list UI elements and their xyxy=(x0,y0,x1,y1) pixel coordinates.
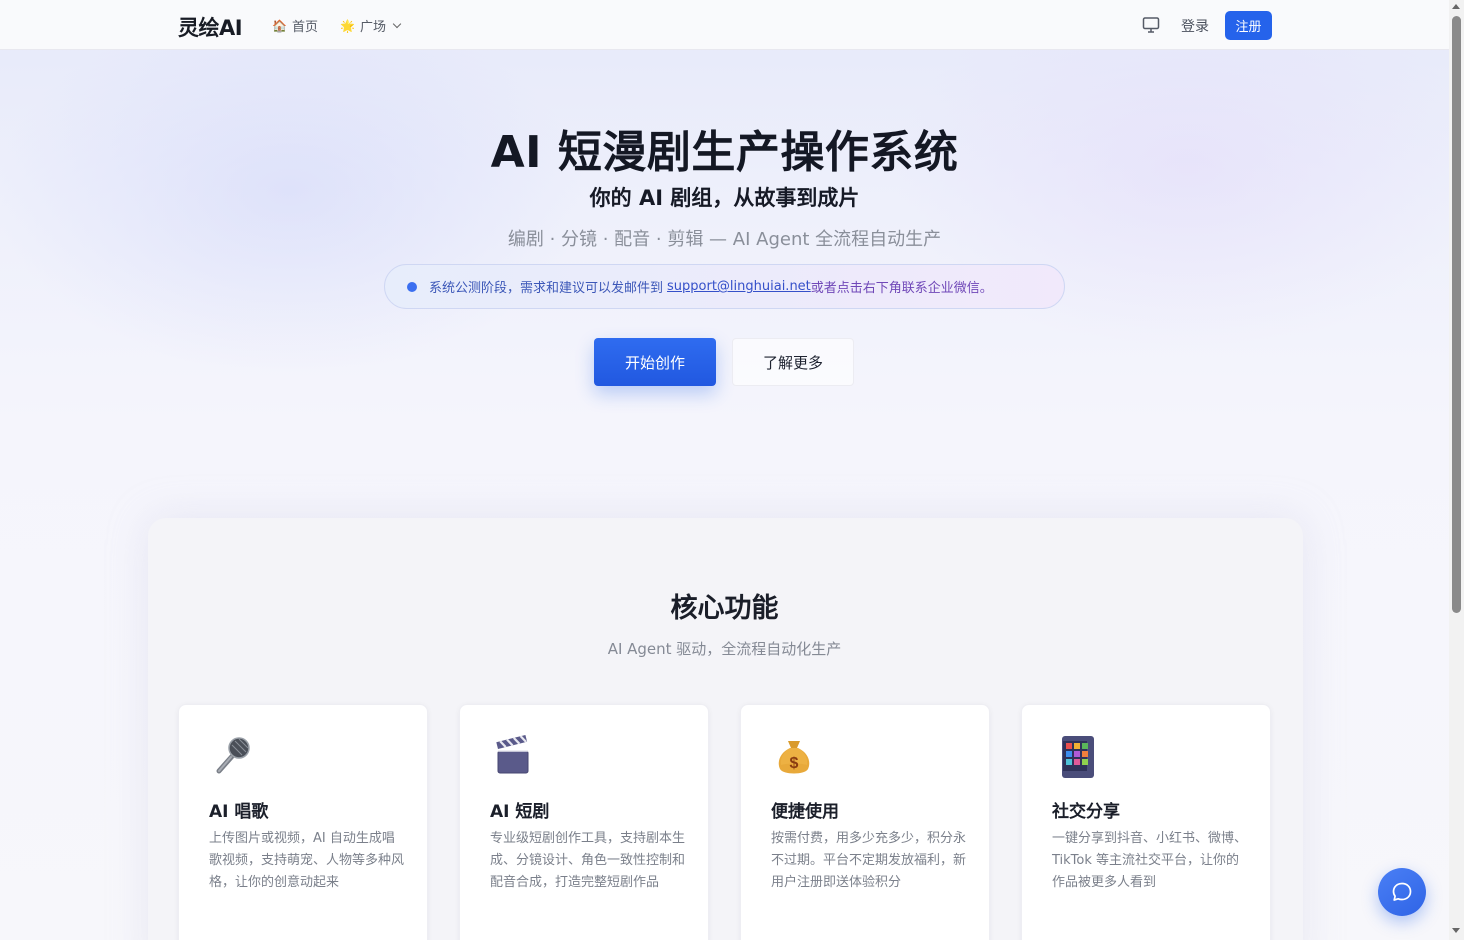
nav-item-square[interactable]: 🌟 广场 xyxy=(340,16,402,35)
top-navbar: 灵绘AI 🏠 首页 🌟 广场 登录 注册 xyxy=(0,0,1449,50)
house-icon: 🏠 xyxy=(272,18,287,33)
chat-bubble-icon xyxy=(1392,882,1412,901)
feature-card-ai-singing[interactable]: AI 唱歌 上传图片或视频，AI 自动生成唱歌视频，支持萌宠、人物等多种风格，让… xyxy=(178,704,428,940)
mobile-apps-icon xyxy=(1052,733,1098,779)
feature-card-social-share[interactable]: 社交分享 一键分享到抖音、小红书、微博、TikTok 等主流社交平台，让你的作品… xyxy=(1021,704,1271,940)
clapperboard-icon xyxy=(490,733,536,779)
nav-item-label: 广场 xyxy=(359,20,386,35)
status-dot-icon xyxy=(407,281,417,292)
learn-more-button[interactable]: 了解更多 xyxy=(732,338,854,386)
site-logo[interactable]: 灵绘AI xyxy=(178,12,243,42)
card-title: AI 唱歌 xyxy=(209,802,269,822)
scrollbar-thumb[interactable] xyxy=(1452,16,1461,613)
money-bag-icon: $ xyxy=(771,733,817,779)
sun-icon: 🌟 xyxy=(340,18,355,33)
support-email-link[interactable]: support@linghuiai.net xyxy=(667,279,811,294)
nav-item-label: 首页 xyxy=(291,20,318,35)
monitor-icon[interactable] xyxy=(1141,15,1161,35)
announcement-text: 系统公测阶段，需求和建议可以发邮件到 xyxy=(429,281,664,296)
card-description: 按需付费，用多少充多少，积分永不过期。平台不定期发放福利，新用户注册即送体验积分 xyxy=(771,831,967,890)
start-creating-button[interactable]: 开始创作 xyxy=(594,338,716,386)
login-link[interactable]: 登录 xyxy=(1181,16,1209,36)
page: 灵绘AI 🏠 首页 🌟 广场 登录 注册 AI 短漫剧生产操作系统 你的 AI … xyxy=(0,0,1449,940)
nav-item-home[interactable]: 🏠 首页 xyxy=(272,16,318,36)
features-title: 核心功能 xyxy=(670,593,779,624)
chevron-down-icon xyxy=(392,19,402,29)
feature-card-ai-drama[interactable]: AI 短剧 专业级短剧创作工具，支持剧本生成、分镜设计、角色一致性控制和配音合成… xyxy=(459,704,709,940)
microphone-icon xyxy=(209,733,255,779)
card-description: 上传图片或视频，AI 自动生成唱歌视频，支持萌宠、人物等多种风格，让你的创意动起… xyxy=(209,831,405,890)
announcement-suffix: 或者点击右下角联系企业微信。 xyxy=(810,281,993,296)
vertical-scrollbar[interactable] xyxy=(1449,0,1464,940)
card-title: 社交分享 xyxy=(1052,802,1120,822)
announcement-banner: 系统公测阶段，需求和建议可以发邮件到 support@linghuiai.net… xyxy=(384,264,1065,309)
hero-subtitle: 你的 AI 剧组，从故事到成片 xyxy=(589,186,860,210)
card-title: AI 短剧 xyxy=(490,802,550,822)
card-description: 一键分享到抖音、小红书、微博、TikTok 等主流社交平台，让你的作品被更多人看… xyxy=(1052,831,1248,890)
hero-title: AI 短漫剧生产操作系统 xyxy=(490,127,959,178)
card-description: 专业级短剧创作工具，支持剧本生成、分镜设计、角色一致性控制和配音合成，打造完整短… xyxy=(490,831,686,890)
chat-support-button[interactable] xyxy=(1378,868,1426,916)
hero-tagline: 编剧 · 分镜 · 配音 · 剪辑 — AI Agent 全流程自动生产 xyxy=(507,229,942,250)
card-title: 便捷使用 xyxy=(771,802,839,822)
scroll-up-arrow-icon[interactable] xyxy=(1452,4,1460,9)
scroll-down-arrow-icon[interactable] xyxy=(1452,928,1460,933)
features-subtitle: AI Agent 驱动，全流程自动化生产 xyxy=(607,640,842,658)
feature-card-easy-use[interactable]: $ 便捷使用 按需付费，用多少充多少，积分永不过期。平台不定期发放福利，新用户注… xyxy=(740,704,990,940)
svg-text:$: $ xyxy=(790,755,799,772)
register-button[interactable]: 注册 xyxy=(1225,11,1272,40)
